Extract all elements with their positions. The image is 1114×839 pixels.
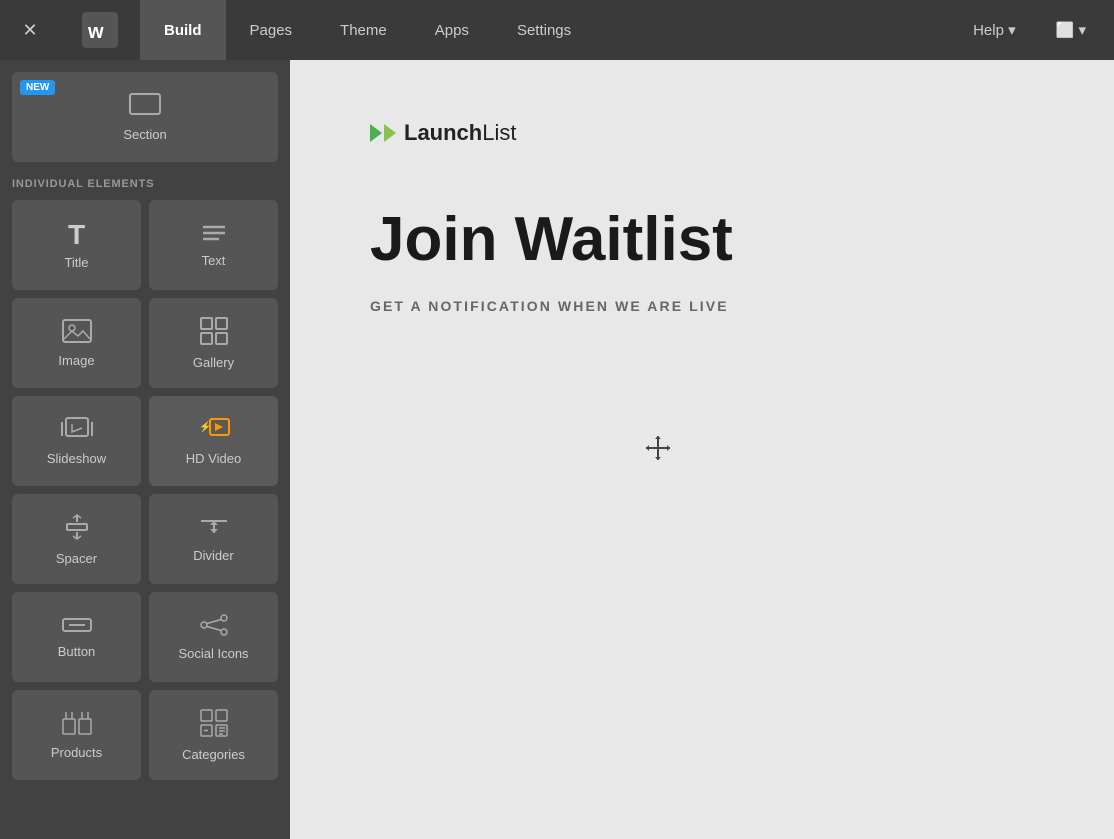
tab-apps[interactable]: Apps [411, 0, 493, 60]
divider-icon [199, 516, 229, 542]
social-icons-icon [199, 614, 229, 640]
element-image[interactable]: Image [12, 298, 141, 388]
logo-text: LaunchList [404, 120, 516, 146]
element-image-label: Image [58, 353, 94, 368]
title-icon: T [68, 221, 85, 249]
nav-tabs: Build Pages Theme Apps Settings [140, 0, 953, 60]
element-gallery-label: Gallery [193, 355, 234, 370]
chevron-1-icon [370, 124, 382, 142]
canvas[interactable]: LaunchList Join Waitlist GET A NOTIFICAT… [290, 60, 1114, 839]
section-icon [129, 93, 161, 121]
tab-build[interactable]: Build [140, 0, 226, 60]
element-social-icons[interactable]: Social Icons [149, 592, 278, 682]
top-nav: ✕ w Build Pages Theme Apps Settings Help… [0, 0, 1114, 60]
tab-pages[interactable]: Pages [226, 0, 317, 60]
element-text-label: Text [202, 253, 226, 268]
canvas-content: LaunchList Join Waitlist GET A NOTIFICAT… [290, 60, 1114, 839]
element-title-label: Title [64, 255, 88, 270]
element-button[interactable]: Button [12, 592, 141, 682]
element-slideshow-label: Slideshow [47, 451, 106, 466]
element-text[interactable]: Text [149, 200, 278, 290]
element-hd-video-label: HD Video [186, 451, 241, 466]
element-categories-label: Categories [182, 747, 245, 762]
help-button[interactable]: Help ▾ [953, 0, 1036, 60]
text-icon [201, 223, 227, 247]
move-cursor [644, 434, 672, 468]
logo-chevrons [370, 124, 396, 142]
device-button[interactable]: ⬜ ▾ [1040, 0, 1102, 60]
weebly-logo[interactable]: w [60, 0, 140, 60]
sidebar: NEW Section INDIVIDUAL ELEMENTS T Title [0, 60, 290, 839]
chevron-2-icon [384, 124, 396, 142]
elements-heading: INDIVIDUAL ELEMENTS [12, 178, 278, 190]
close-button[interactable]: ✕ [0, 0, 60, 60]
element-hd-video[interactable]: ⚡ HD Video [149, 396, 278, 486]
nav-right: Help ▾ ⬜ ▾ [953, 0, 1114, 60]
tab-theme[interactable]: Theme [316, 0, 411, 60]
spacer-icon [63, 513, 91, 545]
button-icon [62, 616, 92, 638]
element-categories[interactable]: Categories [149, 690, 278, 780]
image-icon [62, 319, 92, 347]
section-element[interactable]: NEW Section [12, 72, 278, 162]
element-gallery[interactable]: Gallery [149, 298, 278, 388]
element-button-label: Button [58, 644, 96, 659]
element-slideshow[interactable]: Slideshow [12, 396, 141, 486]
main-area: NEW Section INDIVIDUAL ELEMENTS T Title [0, 60, 1114, 839]
elements-grid: T Title Text [12, 200, 278, 780]
element-divider-label: Divider [193, 548, 233, 563]
element-products[interactable]: Products [12, 690, 141, 780]
new-badge: NEW [20, 80, 55, 95]
element-divider[interactable]: Divider [149, 494, 278, 584]
element-spacer-label: Spacer [56, 551, 97, 566]
element-title[interactable]: T Title [12, 200, 141, 290]
products-icon [62, 711, 92, 739]
hd-video-icon: ⚡ [198, 417, 230, 445]
hero-title: Join Waitlist [370, 206, 1034, 274]
svg-text:w: w [87, 21, 104, 43]
slideshow-icon [61, 417, 93, 445]
hero-subtitle: GET A NOTIFICATION WHEN WE ARE LIVE [370, 298, 1034, 314]
element-spacer[interactable]: Spacer [12, 494, 141, 584]
tab-settings[interactable]: Settings [493, 0, 595, 60]
element-products-label: Products [51, 745, 102, 760]
close-icon: ✕ [22, 20, 37, 41]
section-label: Section [123, 127, 166, 142]
logo: LaunchList [370, 120, 1034, 146]
element-social-icons-label: Social Icons [178, 646, 248, 661]
gallery-icon [200, 317, 228, 349]
categories-icon [200, 709, 228, 741]
